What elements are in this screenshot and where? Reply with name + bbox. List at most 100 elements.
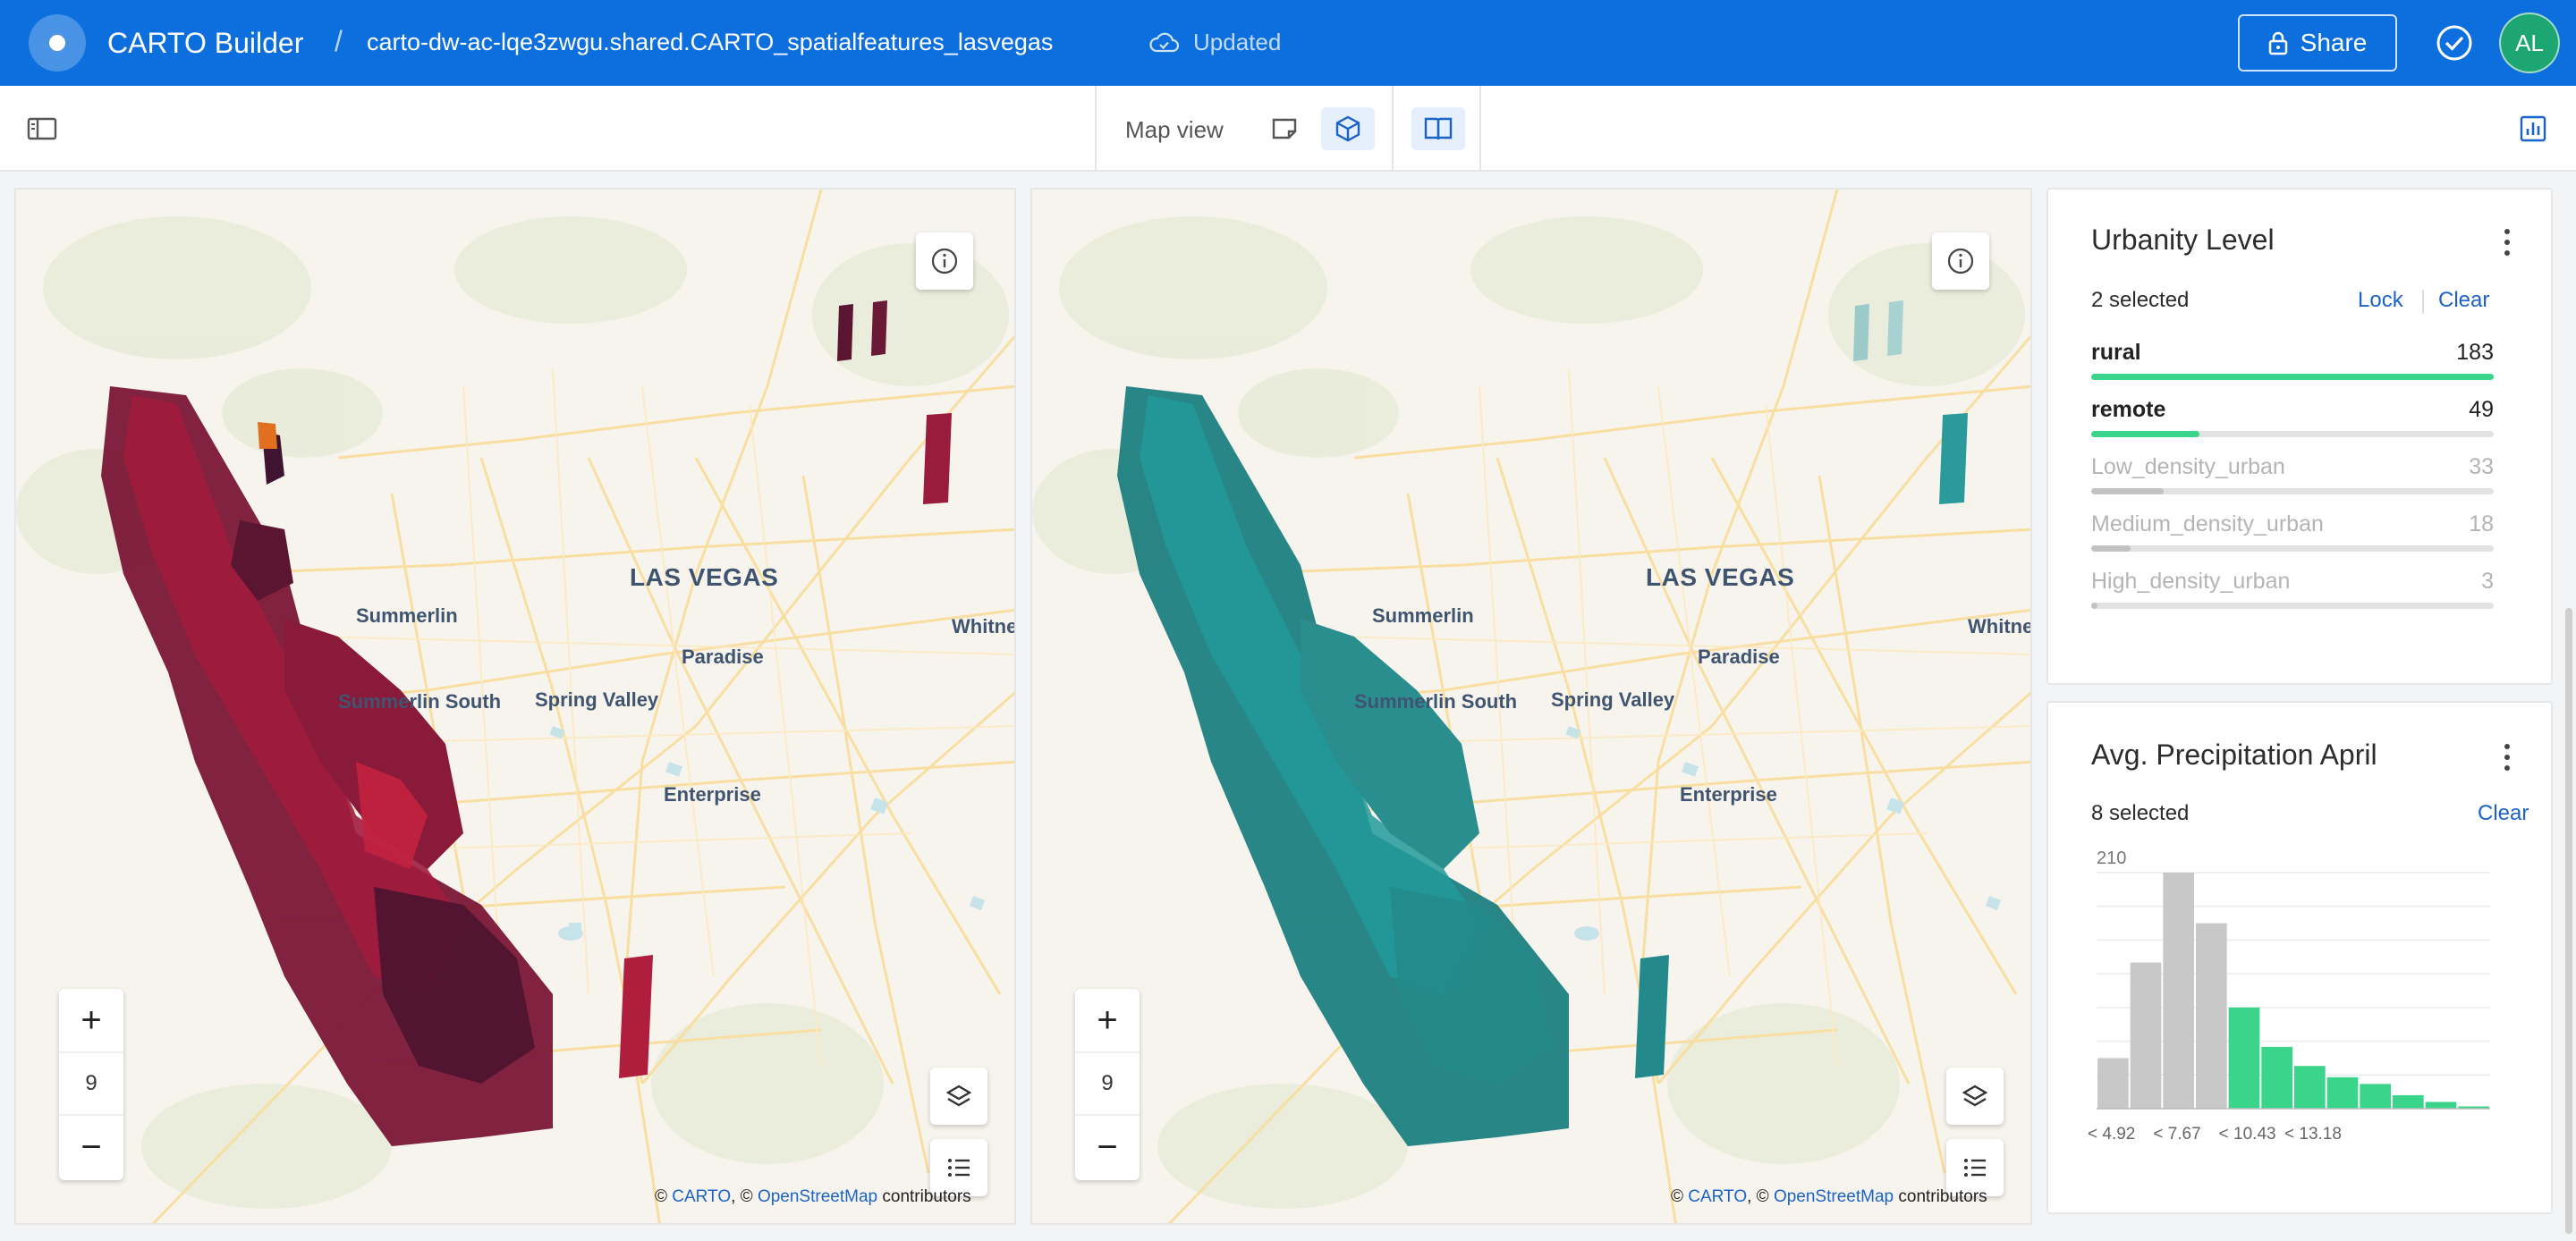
map-toolbar: Map view — [0, 86, 2576, 172]
widgets-chart-icon[interactable] — [2519, 114, 2547, 143]
user-avatar[interactable]: AL — [2499, 13, 2560, 73]
attrib-comma: , © — [731, 1187, 753, 1206]
toolbar-divider — [1392, 86, 1394, 170]
map-name[interactable]: carto-dw-ac-lqe3zwgu.shared.CARTO_spatia… — [367, 29, 1053, 56]
osm-link[interactable]: OpenStreetMap — [758, 1187, 877, 1206]
cube-icon — [1335, 115, 1360, 142]
x-tick-label: < 7.67 — [2153, 1125, 2200, 1144]
category-bar-fill — [2091, 545, 2131, 552]
list-icon — [948, 1159, 970, 1177]
sidebar-toggle-icon[interactable] — [27, 116, 57, 141]
attrib-contributors: contributors — [882, 1187, 971, 1206]
category-row[interactable]: Medium_density_urban 18 — [2091, 511, 2494, 565]
2d-view-button[interactable] — [1258, 107, 1311, 150]
layers-button[interactable] — [930, 1068, 987, 1125]
link-divider — [2422, 290, 2424, 313]
layers-icon — [1962, 1085, 1988, 1107]
category-row[interactable]: Low_density_urban 33 — [2091, 454, 2494, 508]
map-view-label: Map view — [1125, 116, 1224, 143]
panel-scrollbar[interactable] — [2565, 608, 2572, 1234]
category-bar-track — [2091, 603, 2494, 609]
category-value: 33 — [2469, 454, 2494, 479]
category-row[interactable]: High_density_urban 3 — [2091, 569, 2494, 622]
lock-button[interactable]: Lock — [2358, 288, 2403, 313]
carto-link[interactable]: CARTO — [672, 1187, 731, 1206]
layers-icon — [945, 1085, 972, 1107]
basemap-left — [16, 190, 1014, 1223]
check-circle-icon[interactable] — [2435, 23, 2474, 63]
zoom-out-button[interactable]: − — [1075, 1116, 1140, 1178]
map-attribution: © CARTO, © OpenStreetMap contributors — [1671, 1187, 1987, 1207]
list-icon — [1964, 1159, 1986, 1177]
histogram-bar[interactable] — [2294, 1066, 2326, 1109]
map-right[interactable]: LAS VEGAS Summerlin Paradise Summerlin S… — [1030, 188, 2032, 1225]
label-summerlin-south: Summerlin South — [338, 690, 502, 713]
split-view-icon — [1424, 117, 1453, 140]
category-value: 18 — [2469, 511, 2494, 536]
histogram-bar[interactable] — [2097, 1058, 2129, 1109]
histogram-bar[interactable] — [2393, 1094, 2424, 1109]
share-button[interactable]: Share — [2238, 14, 2397, 72]
category-bar-fill — [2091, 488, 2164, 494]
map-left[interactable]: LAS VEGAS Summerlin Paradise Summerlin S… — [14, 188, 1016, 1225]
label-spring-valley: Spring Valley — [1551, 688, 1675, 711]
selected-count: 8 selected — [2091, 801, 2190, 825]
info-button[interactable] — [1932, 232, 1989, 290]
category-bar-track — [2091, 431, 2494, 437]
histogram-bar[interactable] — [2196, 923, 2227, 1109]
share-label: Share — [2300, 29, 2368, 56]
precipitation-widget: Avg. Precipitation April 8 selected Clea… — [2046, 701, 2553, 1214]
label-summerlin-south: Summerlin South — [1354, 690, 1518, 713]
label-enterprise: Enterprise — [664, 783, 761, 806]
category-row[interactable]: rural 183 — [2091, 340, 2494, 393]
label-summerlin: Summerlin — [356, 604, 458, 627]
more-options-icon[interactable] — [2503, 227, 2512, 257]
zoom-control: + 9 − — [59, 989, 123, 1180]
category-bar-track — [2091, 545, 2494, 552]
zoom-control: + 9 − — [1075, 989, 1140, 1180]
category-row[interactable]: remote 49 — [2091, 397, 2494, 451]
app-title: CARTO Builder — [107, 27, 304, 59]
clear-button[interactable]: Clear — [2478, 801, 2529, 826]
attrib-contributors: contributors — [1898, 1187, 1987, 1206]
category-bar-fill — [2091, 374, 2494, 380]
category-name: High_density_urban — [2091, 569, 2291, 594]
histogram-bar[interactable] — [2425, 1102, 2457, 1109]
carto-link[interactable]: CARTO — [1688, 1187, 1747, 1206]
histogram-bar[interactable] — [2228, 1007, 2260, 1109]
more-options-icon[interactable] — [2503, 742, 2512, 772]
osm-link[interactable]: OpenStreetMap — [1774, 1187, 1894, 1206]
info-button[interactable] — [916, 232, 973, 290]
zoom-out-button[interactable]: − — [59, 1116, 123, 1178]
category-value: 3 — [2481, 569, 2494, 594]
label-whitney: Whitne — [1968, 615, 2032, 637]
save-status: Updated — [1193, 29, 1282, 55]
layers-button[interactable] — [1946, 1068, 2004, 1125]
histogram-bar[interactable] — [2261, 1046, 2292, 1109]
label-summerlin: Summerlin — [1372, 604, 1474, 627]
label-spring-valley: Spring Valley — [535, 688, 659, 711]
split-view-button[interactable] — [1411, 107, 1465, 150]
label-whitney: Whitne — [952, 615, 1016, 637]
3d-view-button[interactable] — [1321, 107, 1375, 150]
histogram-bar[interactable] — [2360, 1084, 2391, 1109]
category-bar-track — [2091, 488, 2494, 494]
carto-logo[interactable] — [29, 14, 86, 72]
histogram-bar[interactable] — [2163, 873, 2194, 1109]
category-name: Low_density_urban — [2091, 454, 2285, 479]
zoom-in-button[interactable]: + — [59, 989, 123, 1051]
attrib-copyright: © — [1671, 1187, 1683, 1206]
lock-icon — [2268, 31, 2287, 55]
x-tick-label: < 4.92 — [2088, 1125, 2135, 1144]
widget-title: Urbanity Level — [2091, 224, 2275, 256]
clear-button[interactable]: Clear — [2438, 288, 2489, 313]
info-icon — [1947, 248, 1974, 274]
precipitation-histogram[interactable]: 210 < 4.92 < 7.67 < 10.43 < 13.18 — [2088, 846, 2535, 1168]
zoom-level: 9 — [1075, 1051, 1140, 1116]
zoom-in-button[interactable]: + — [1075, 989, 1140, 1051]
histogram-bar[interactable] — [2326, 1076, 2359, 1109]
category-name: remote — [2091, 397, 2166, 422]
basemap-right — [1032, 190, 2030, 1223]
histogram-bar[interactable] — [2130, 962, 2162, 1109]
breadcrumb-separator: / — [335, 25, 343, 57]
